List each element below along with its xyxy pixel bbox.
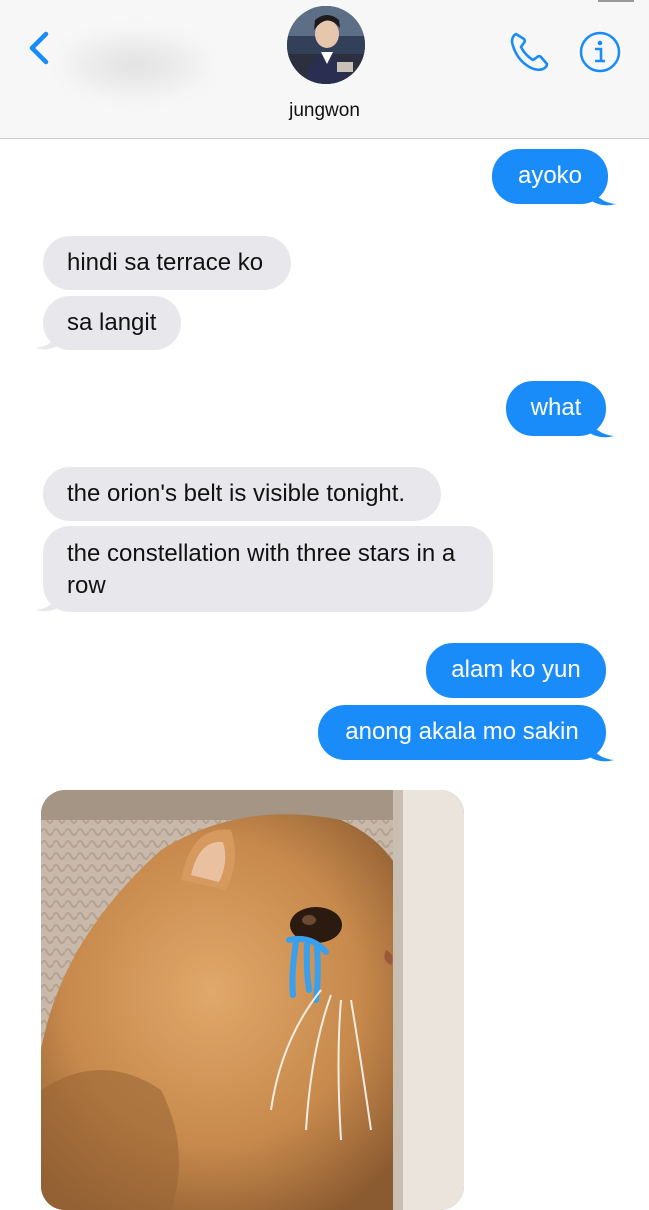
chevron-left-icon — [29, 31, 49, 65]
call-button[interactable] — [505, 28, 553, 76]
received-message[interactable]: hindi sa terrace ko — [43, 236, 291, 290]
info-icon — [579, 31, 621, 73]
message-text: anong akala mo sakin — [345, 718, 579, 745]
received-message[interactable]: the constellation with three stars in a … — [43, 526, 493, 612]
message-text: hindi sa terrace ko — [67, 249, 264, 276]
status-indicator — [598, 0, 634, 2]
message-text: the orion's belt is visible tonight. — [67, 480, 406, 507]
info-button[interactable] — [578, 30, 622, 74]
message-text: alam ko yun — [451, 656, 581, 683]
bubble-tail — [35, 590, 61, 612]
blurred-area — [60, 30, 210, 100]
bubble-tail — [588, 740, 614, 762]
message-text: sa langit — [67, 309, 157, 336]
back-button[interactable] — [22, 28, 58, 68]
bubble-tail — [35, 328, 61, 350]
contact-avatar[interactable] — [287, 6, 365, 84]
phone-icon — [510, 32, 549, 72]
bubble-tail — [588, 416, 614, 438]
sent-message[interactable]: alam ko yun — [426, 643, 606, 698]
contact-name[interactable]: jungwon — [0, 100, 649, 122]
bubble-tail — [590, 184, 616, 206]
crying-cat-image — [41, 790, 464, 1210]
message-text: what — [530, 394, 582, 421]
sent-message[interactable]: anong akala mo sakin — [318, 705, 606, 760]
image-message[interactable] — [41, 790, 464, 1210]
message-text: ayoko — [517, 162, 583, 189]
received-message[interactable]: the orion's belt is visible tonight. — [43, 467, 441, 521]
received-message[interactable]: sa langit — [43, 296, 181, 350]
message-text: the constellation with three stars in a … — [67, 540, 456, 599]
avatar-photo — [287, 6, 365, 84]
conversation-header: jungwon — [0, 0, 649, 139]
